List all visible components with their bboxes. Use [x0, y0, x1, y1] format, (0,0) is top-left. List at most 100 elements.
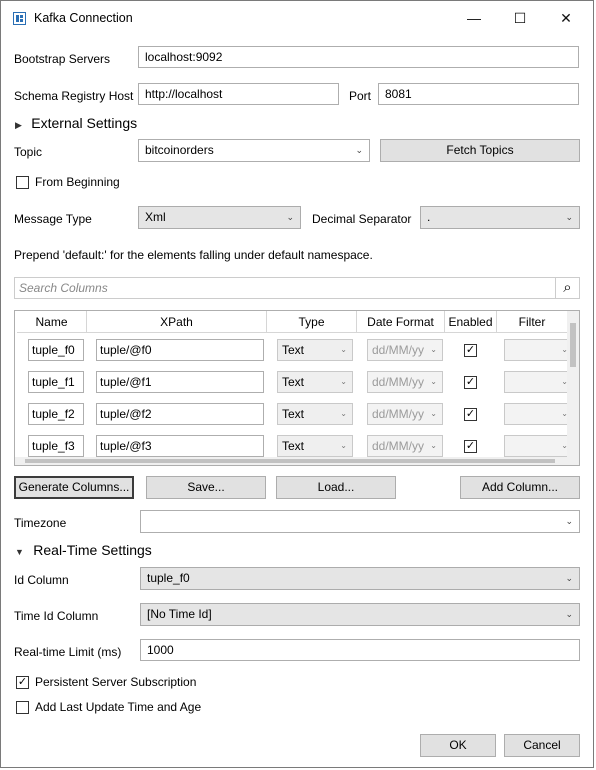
topic-combobox[interactable]: bitcoinorders ⌄ [138, 139, 370, 162]
scrollbar-thumb[interactable] [25, 459, 555, 463]
from-beginning-label: From Beginning [35, 175, 120, 189]
date-format-value: dd/MM/yy [372, 343, 425, 357]
chevron-down-icon: ⌄ [430, 377, 437, 386]
filter-combobox[interactable]: ⌄ [504, 435, 574, 457]
column-header-filter[interactable]: Filter [497, 311, 567, 333]
external-settings-expander[interactable]: ▶ External Settings [15, 115, 137, 133]
chevron-down-icon: ⌄ [286, 212, 294, 222]
column-name-input[interactable]: tuple_f3 [28, 435, 84, 457]
table-row: tuple_f2 tuple/@f2 Text ⌄ dd/MM/yy ⌄ ✓ ⌄ [15, 399, 574, 431]
column-name-input[interactable]: tuple_f2 [28, 403, 84, 425]
date-format-combobox[interactable]: dd/MM/yy ⌄ [367, 403, 443, 425]
column-type-combobox[interactable]: Text ⌄ [277, 403, 353, 425]
id-column-value: tuple_f0 [147, 571, 190, 585]
scrollbar-thumb[interactable] [570, 323, 576, 367]
schema-registry-host-input[interactable]: http://localhost [138, 83, 339, 105]
load-button[interactable]: Load... [276, 476, 396, 499]
column-type-combobox[interactable]: Text ⌄ [277, 435, 353, 457]
default-namespace-hint: Prepend 'default:' for the elements fall… [14, 248, 373, 262]
column-type-combobox[interactable]: Text ⌄ [277, 371, 353, 393]
realtime-limit-input[interactable]: 1000 [140, 639, 580, 661]
expander-expanded-icon: ▼ [15, 547, 24, 557]
column-header-type[interactable]: Type [267, 311, 357, 333]
column-type-combobox[interactable]: Text ⌄ [277, 339, 353, 361]
id-column-label: Id Column [14, 573, 69, 587]
time-id-column-combobox[interactable]: [No Time Id] ⌄ [140, 603, 580, 626]
from-beginning-checkbox[interactable] [16, 176, 29, 189]
topic-label: Topic [14, 145, 43, 159]
persistent-subscription-label: Persistent Server Subscription [35, 675, 197, 689]
date-format-combobox[interactable]: dd/MM/yy ⌄ [367, 339, 443, 361]
realtime-settings-expander[interactable]: ▼ Real-Time Settings [15, 542, 152, 560]
column-name-input[interactable]: tuple_f1 [28, 371, 84, 393]
external-settings-label: External Settings [31, 115, 138, 131]
maximize-button[interactable]: ☐ [497, 1, 543, 35]
chevron-down-icon: ⌄ [340, 345, 347, 354]
filter-combobox[interactable]: ⌄ [504, 403, 574, 425]
time-id-column-value: [No Time Id] [147, 607, 212, 621]
date-format-combobox[interactable]: dd/MM/yy ⌄ [367, 435, 443, 457]
columns-grid[interactable]: Name XPath Type Date Format Enabled Filt… [14, 310, 580, 466]
column-xpath-input[interactable]: tuple/@f0 [96, 339, 264, 361]
column-header-xpath[interactable]: XPath [87, 311, 267, 333]
cancel-button[interactable]: Cancel [504, 734, 580, 757]
add-column-button[interactable]: Add Column... [460, 476, 580, 499]
column-type-value: Text [282, 375, 305, 389]
generate-columns-button[interactable]: Generate Columns... [14, 476, 134, 499]
message-type-combobox[interactable]: Xml ⌄ [138, 206, 301, 229]
table-row: tuple_f1 tuple/@f1 Text ⌄ dd/MM/yy ⌄ ✓ ⌄ [15, 367, 574, 399]
horizontal-scrollbar[interactable] [15, 457, 579, 465]
port-label: Port [349, 89, 372, 103]
save-button[interactable]: Save... [146, 476, 266, 499]
kafka-connection-dialog: Kafka Connection — ☐ ✕ Bootstrap Servers… [0, 0, 594, 768]
chevron-down-icon: ⌄ [565, 573, 573, 583]
column-type-value: Text [282, 439, 305, 453]
persistent-subscription-checkbox[interactable]: ✓ [16, 676, 29, 689]
expander-collapsed-icon: ▶ [15, 120, 22, 130]
search-columns-input[interactable]: Search Columns [14, 277, 580, 299]
ok-button[interactable]: OK [420, 734, 496, 757]
search-placeholder: Search Columns [19, 281, 108, 295]
port-input[interactable]: 8081 [378, 83, 579, 105]
id-column-combobox[interactable]: tuple_f0 ⌄ [140, 567, 580, 590]
filter-combobox[interactable]: ⌄ [504, 339, 574, 361]
column-xpath-input[interactable]: tuple/@f3 [96, 435, 264, 457]
filter-combobox[interactable]: ⌄ [504, 371, 574, 393]
column-header-enabled[interactable]: Enabled [445, 311, 497, 333]
date-format-combobox[interactable]: dd/MM/yy ⌄ [367, 371, 443, 393]
enabled-checkbox[interactable]: ✓ [464, 344, 477, 357]
minimize-button[interactable]: — [451, 1, 497, 35]
search-icon: ⌕ [563, 279, 572, 296]
column-type-value: Text [282, 407, 305, 421]
enabled-checkbox[interactable]: ✓ [464, 408, 477, 421]
column-name-input[interactable]: tuple_f0 [28, 339, 84, 361]
chevron-down-icon: ⌄ [430, 409, 437, 418]
time-id-column-label: Time Id Column [14, 609, 99, 623]
enabled-checkbox[interactable]: ✓ [464, 376, 477, 389]
column-xpath-input[interactable]: tuple/@f1 [96, 371, 264, 393]
topic-value: bitcoinorders [145, 143, 214, 157]
schema-registry-host-label: Schema Registry Host [14, 89, 134, 103]
column-header-name[interactable]: Name [17, 311, 87, 333]
fetch-topics-button[interactable]: Fetch Topics [380, 139, 580, 162]
enabled-checkbox[interactable]: ✓ [464, 440, 477, 453]
date-format-value: dd/MM/yy [372, 439, 425, 453]
column-xpath-input[interactable]: tuple/@f2 [96, 403, 264, 425]
bootstrap-servers-input[interactable]: localhost:9092 [138, 46, 579, 68]
chevron-down-icon: ⌄ [430, 441, 437, 450]
vertical-scrollbar[interactable] [567, 311, 579, 457]
decimal-separator-combobox[interactable]: . ⌄ [420, 206, 580, 229]
realtime-limit-label: Real-time Limit (ms) [14, 645, 122, 659]
close-button[interactable]: ✕ [543, 1, 589, 35]
search-button[interactable]: ⌕ [555, 278, 579, 298]
chevron-down-icon: ⌄ [565, 212, 573, 222]
message-type-value: Xml [145, 210, 166, 224]
add-last-update-label: Add Last Update Time and Age [35, 700, 202, 714]
title-bar[interactable]: Kafka Connection — ☐ ✕ [1, 1, 593, 35]
chevron-down-icon: ⌄ [355, 145, 363, 155]
column-header-date-format[interactable]: Date Format [357, 311, 445, 333]
add-last-update-checkbox[interactable] [16, 701, 29, 714]
timezone-label: Timezone [14, 516, 67, 530]
timezone-combobox[interactable]: ⌄ [140, 510, 580, 533]
chevron-down-icon: ⌄ [430, 345, 437, 354]
